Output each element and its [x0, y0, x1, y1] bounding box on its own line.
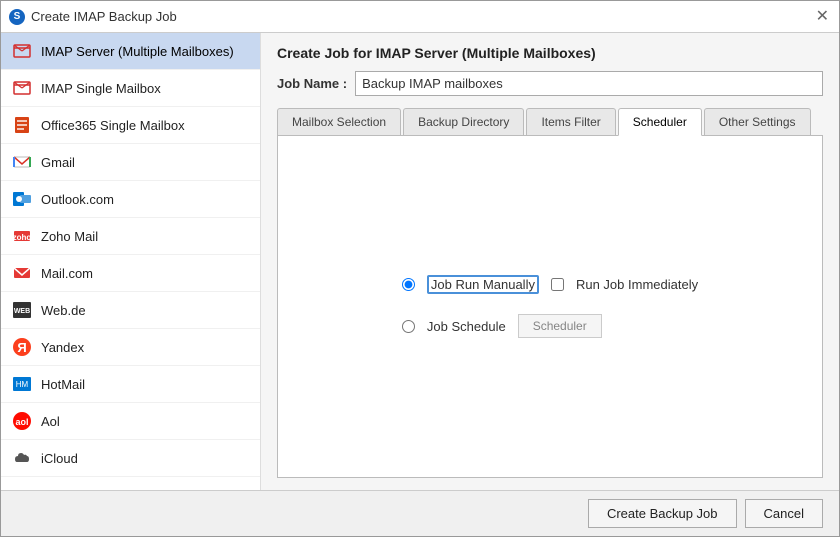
sidebar-item-outlook[interactable]: Outlook.com: [1, 181, 260, 218]
sidebar-label-imap-single: IMAP Single Mailbox: [41, 81, 161, 96]
icloud-icon: [11, 447, 33, 469]
scheduler-button[interactable]: Scheduler: [518, 314, 602, 338]
sidebar-item-aol[interactable]: aol Aol: [1, 403, 260, 440]
sidebar-item-gmail[interactable]: Gmail: [1, 144, 260, 181]
sidebar-label-gmail: Gmail: [41, 155, 75, 170]
job-name-row: Job Name :: [277, 71, 823, 96]
mailcom-icon: [11, 262, 33, 284]
job-schedule-radio[interactable]: [402, 320, 415, 333]
sidebar-label-icloud: iCloud: [41, 451, 78, 466]
title-bar: S Create IMAP Backup Job ✕: [1, 1, 839, 33]
tab-mailbox-selection[interactable]: Mailbox Selection: [277, 108, 401, 135]
close-button[interactable]: ✕: [814, 9, 831, 25]
sidebar-label-zoho: Zoho Mail: [41, 229, 98, 244]
yandex-icon: Я: [11, 336, 33, 358]
manual-run-row: Job Run Manually Run Job Immediately: [402, 275, 698, 294]
sidebar-label-webde: Web.de: [41, 303, 86, 318]
tab-items-filter[interactable]: Items Filter: [526, 108, 615, 135]
sidebar: IMAP Server (Multiple Mailboxes) IMAP Sin…: [1, 33, 261, 490]
create-backup-button[interactable]: Create Backup Job: [588, 499, 737, 528]
sidebar-label-mailcom: Mail.com: [41, 266, 93, 281]
tabs-bar: Mailbox SelectionBackup DirectoryItems F…: [277, 108, 823, 136]
sidebar-label-outlook: Outlook.com: [41, 192, 114, 207]
svg-text:WEB: WEB: [14, 308, 30, 315]
sidebar-item-imap-multiple[interactable]: IMAP Server (Multiple Mailboxes): [1, 33, 260, 70]
job-schedule-label: Job Schedule: [427, 319, 506, 334]
hotmail-icon: HM: [11, 373, 33, 395]
footer: Create Backup Job Cancel: [1, 490, 839, 536]
imap-multiple-icon: [11, 40, 33, 62]
sidebar-item-imap-single[interactable]: IMAP Single Mailbox: [1, 70, 260, 107]
run-immediately-label: Run Job Immediately: [576, 277, 698, 292]
imap-single-icon: [11, 77, 33, 99]
svg-text:zoho: zoho: [13, 233, 32, 242]
sidebar-item-icloud[interactable]: iCloud: [1, 440, 260, 477]
job-schedule-row: Job Schedule Scheduler: [402, 314, 602, 338]
manual-run-radio[interactable]: [402, 278, 415, 291]
tab-scheduler[interactable]: Scheduler: [618, 108, 702, 136]
content-area: IMAP Server (Multiple Mailboxes) IMAP Sin…: [1, 33, 839, 490]
job-name-input[interactable]: [355, 71, 823, 96]
job-name-label: Job Name :: [277, 76, 347, 91]
sidebar-label-yandex: Yandex: [41, 340, 84, 355]
main-window: S Create IMAP Backup Job ✕ IMAP Server (…: [0, 0, 840, 537]
svg-text:aol: aol: [15, 417, 28, 427]
sidebar-label-hotmail: HotMail: [41, 377, 85, 392]
zoho-icon: zoho: [11, 225, 33, 247]
svg-text:HM: HM: [16, 380, 29, 389]
sidebar-item-tonline[interactable]: TT-Online Mail: [1, 477, 260, 490]
outlook-icon: [11, 188, 33, 210]
window-title: Create IMAP Backup Job: [31, 9, 177, 24]
cancel-button[interactable]: Cancel: [745, 499, 823, 528]
sidebar-label-office365: Office365 Single Mailbox: [41, 118, 185, 133]
panel-header: Create Job for IMAP Server (Multiple Mai…: [277, 45, 823, 61]
gmail-icon: [11, 151, 33, 173]
sidebar-item-zoho[interactable]: zoho Zoho Mail: [1, 218, 260, 255]
office365-icon: [11, 114, 33, 136]
app-icon: S: [9, 9, 25, 25]
tab-content: Job Run Manually Run Job Immediately Job…: [277, 136, 823, 478]
run-immediately-checkbox[interactable]: [551, 278, 564, 291]
sidebar-item-mailcom[interactable]: Mail.com: [1, 255, 260, 292]
scheduler-content: Job Run Manually Run Job Immediately Job…: [342, 245, 758, 368]
aol-icon: aol: [11, 410, 33, 432]
tab-backup-directory[interactable]: Backup Directory: [403, 108, 524, 135]
sidebar-item-office365[interactable]: Office365 Single Mailbox: [1, 107, 260, 144]
manual-run-label: Job Run Manually: [427, 275, 539, 294]
sidebar-item-hotmail[interactable]: HM HotMail: [1, 366, 260, 403]
sidebar-label-imap-multiple: IMAP Server (Multiple Mailboxes): [41, 44, 234, 59]
title-bar-left: S Create IMAP Backup Job: [9, 9, 177, 25]
sidebar-item-webde[interactable]: WEB Web.de: [1, 292, 260, 329]
webde-icon: WEB: [11, 299, 33, 321]
sidebar-item-yandex[interactable]: Я Yandex: [1, 329, 260, 366]
svg-text:Я: Я: [17, 340, 26, 355]
main-panel: Create Job for IMAP Server (Multiple Mai…: [261, 33, 839, 490]
tab-other-settings[interactable]: Other Settings: [704, 108, 811, 135]
sidebar-label-aol: Aol: [41, 414, 60, 429]
